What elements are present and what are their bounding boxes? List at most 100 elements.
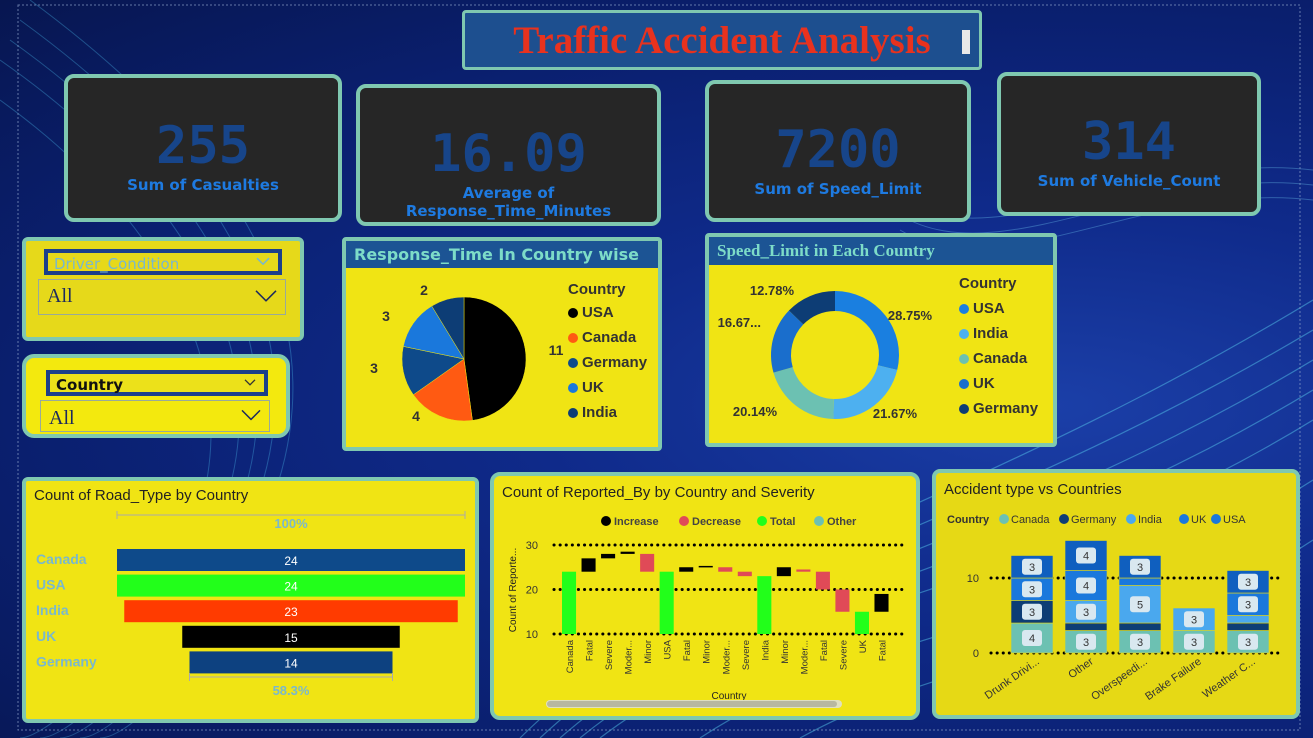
legend-swatch — [959, 354, 969, 365]
data-label: 5 — [1137, 599, 1143, 611]
kpi-label: Sum of Vehicle_Count — [1037, 172, 1221, 190]
legend-label: USA — [1223, 514, 1246, 526]
chart-accident-type-stacked: Accident type vs Countries Country Canada… — [932, 469, 1300, 719]
legend-item: India — [568, 404, 647, 421]
data-label: 20.14% — [733, 404, 778, 419]
data-label: 2 — [420, 282, 428, 298]
data-label: 3 — [1137, 637, 1143, 649]
waterfall-bar — [776, 567, 791, 577]
chart-speed-limit-donut: Speed_Limit in Each Country 28.75% 21.67%… — [705, 233, 1057, 447]
stacked-segment — [1226, 615, 1270, 624]
waterfall-bar — [581, 558, 596, 572]
chart-road-type-funnel: Count of Road_Type by Country 100% 24 Cana… — [22, 477, 479, 723]
legend-label: UK — [582, 379, 604, 396]
x-tick-label: Other — [1066, 655, 1096, 681]
kpi-card-speed-limit: 7200 Sum of Speed_Limit — [705, 80, 971, 222]
x-tick-label: UK — [858, 639, 869, 653]
legend-swatch — [959, 304, 969, 315]
legend-swatch — [757, 516, 767, 526]
horizontal-scrollbar[interactable] — [546, 700, 842, 708]
legend-item: UK — [959, 375, 1038, 392]
legend-swatch — [999, 514, 1009, 524]
legend-title: Country — [959, 275, 1017, 292]
waterfall-bar — [620, 551, 635, 554]
slicer-dropdown[interactable]: All — [38, 279, 286, 315]
kpi-value: 16.09 — [430, 124, 587, 184]
slicer-header[interactable]: Country — [46, 370, 268, 396]
data-label: 3 — [1191, 614, 1197, 626]
slicer-header[interactable]: Driver_Condition — [44, 249, 282, 275]
legend-swatch — [1126, 514, 1136, 524]
data-label: 11 — [549, 342, 564, 358]
slicer-value: All — [47, 285, 73, 307]
kpi-label: Sum of Casualties — [127, 176, 279, 194]
chart-title: Count of Reported_By by Country and Seve… — [502, 484, 815, 501]
legend-label: Canada — [582, 329, 637, 346]
title-banner: Traffic Accident Analysis — [462, 10, 982, 70]
x-tick-label: Severe — [838, 640, 849, 670]
legend-item: UK — [568, 379, 647, 396]
x-tick-label: Fatal — [878, 640, 889, 661]
scrollbar-thumb[interactable] — [547, 701, 837, 707]
waterfall-bar — [874, 593, 889, 612]
x-tick-label: India — [760, 639, 771, 660]
data-label: 14 — [284, 656, 298, 670]
legend-item: Germany — [959, 400, 1038, 417]
x-tick-label: Severe — [604, 640, 615, 670]
legend-swatch — [568, 308, 578, 319]
legend-swatch — [1059, 514, 1069, 524]
legend-swatch — [679, 516, 689, 526]
stacked-segment — [1118, 622, 1162, 631]
legend-title: Country — [568, 281, 626, 298]
data-label: 28.75% — [888, 308, 933, 323]
kpi-value: 314 — [1082, 112, 1176, 172]
data-label: 23 — [284, 605, 298, 619]
y-tick-label: 20 — [526, 585, 538, 597]
slicer-header-label: Country — [56, 376, 124, 394]
kpi-label: Sum of Speed_Limit — [754, 180, 922, 198]
kpi-card-response-time: 16.09 Average of Response_Time_Minutes — [356, 84, 661, 226]
donut-slice — [773, 367, 834, 419]
data-label: 12.78% — [750, 283, 795, 298]
legend-label: Canada — [1011, 514, 1050, 526]
data-label: 4 — [1083, 581, 1089, 593]
legend-item: USA — [959, 300, 1038, 317]
data-label: 16.67... — [718, 315, 761, 330]
legend-label: India — [582, 404, 618, 421]
legend-item: USA — [568, 304, 647, 321]
legend-swatch — [568, 358, 578, 369]
x-tick-label: Minor — [643, 640, 654, 664]
data-label: 15 — [284, 631, 298, 645]
x-tick-label: Brake Failure — [1143, 656, 1203, 703]
slicer-driver-condition: Driver_Condition All — [22, 237, 304, 341]
chevron-down-icon — [241, 409, 261, 421]
x-tick-label: Weather C... — [1200, 656, 1257, 701]
legend-swatch — [959, 379, 969, 390]
legend-label: Total — [770, 516, 795, 528]
legend-swatch — [814, 516, 824, 526]
legend-label: India — [1138, 514, 1163, 526]
stacked-segment — [1118, 577, 1162, 586]
data-label: 3 — [370, 360, 378, 376]
data-label: 3 — [1029, 562, 1035, 574]
legend-label: India — [973, 325, 1009, 342]
data-label: 3 — [1191, 637, 1197, 649]
chart-legend: Country USA India Canada UK Germany — [959, 275, 1038, 425]
chart-response-time-pie: Response_Time In Country wise 11 4 3 3 2 Cou… — [342, 237, 662, 451]
waterfall-bar — [757, 576, 772, 634]
waterfall-bar — [659, 571, 674, 634]
data-label: 3 — [1029, 584, 1035, 596]
data-label: 24 — [284, 554, 298, 568]
slicer-dropdown[interactable]: All — [40, 400, 270, 432]
category-label: India — [36, 602, 69, 618]
category-label: Canada — [36, 551, 87, 567]
x-tick-label: USA — [663, 639, 674, 659]
category-label: USA — [36, 577, 66, 593]
legend-label: Canada — [973, 350, 1028, 367]
legend-label: Decrease — [692, 516, 741, 528]
legend-label: Other — [827, 516, 857, 528]
chart-title: Speed_Limit in Each Country — [709, 237, 1053, 265]
chart-legend: Country USA Canada Germany UK India — [568, 281, 647, 429]
category-label: UK — [36, 628, 56, 644]
waterfall-bar — [718, 567, 733, 572]
